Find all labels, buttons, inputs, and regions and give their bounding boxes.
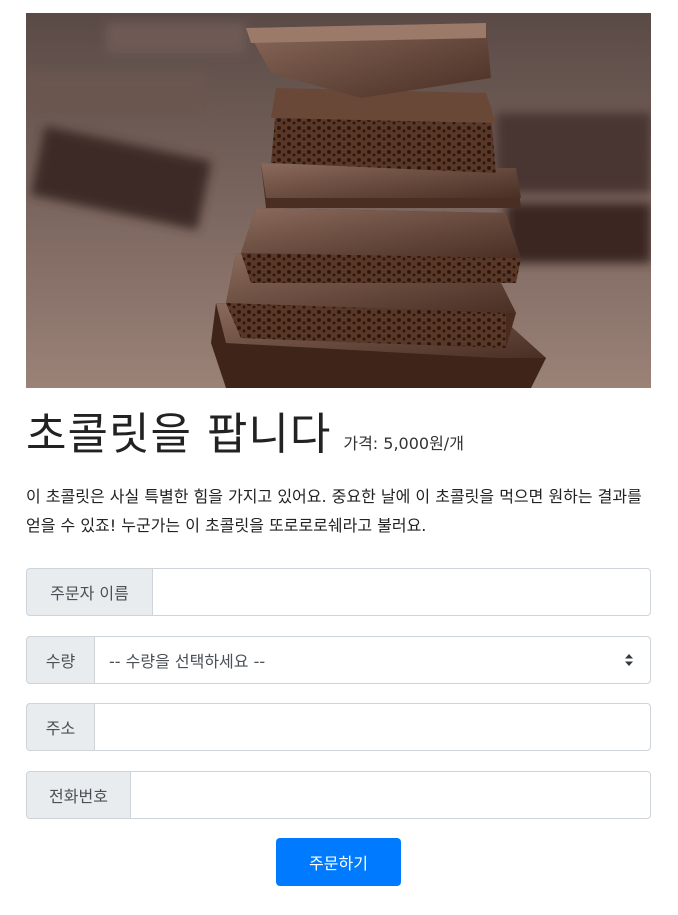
phone-field-wrapper [130, 771, 651, 819]
title-row: 초콜릿을 팝니다 가격: 5,000원/개 [26, 405, 464, 465]
quantity-input-group: 수량 -- 수량을 선택하세요 -- [26, 636, 651, 684]
name-input[interactable] [167, 569, 636, 615]
name-label: 주문자 이름 [26, 568, 152, 616]
address-input[interactable] [109, 704, 636, 750]
select-caret-icon [625, 654, 633, 666]
price-label: 가격: 5,000원/개 [343, 434, 464, 453]
chocolate-product-image [26, 13, 651, 388]
name-field-wrapper [152, 568, 651, 616]
page-title: 초콜릿을 팝니다 [26, 409, 332, 460]
quantity-label: 수량 [26, 636, 94, 684]
product-description: 이 초콜릿은 사실 특별한 힘을 가지고 있어요. 중요한 날에 이 초콜릿을 … [26, 487, 642, 535]
quantity-select[interactable]: -- 수량을 선택하세요 -- [94, 636, 651, 684]
name-input-group: 주문자 이름 [26, 568, 651, 616]
address-label: 주소 [26, 703, 94, 751]
order-submit-button[interactable]: 주문하기 [276, 838, 401, 886]
phone-label: 전화번호 [26, 771, 130, 819]
quantity-selected-value: -- 수량을 선택하세요 -- [109, 652, 266, 671]
page: 초콜릿을 팝니다 가격: 5,000원/개 이 초콜릿은 사실 특별한 힘을 가… [0, 0, 678, 915]
address-field-wrapper [94, 703, 651, 751]
phone-input[interactable] [145, 772, 636, 818]
phone-input-group: 전화번호 [26, 771, 651, 819]
address-input-group: 주소 [26, 703, 651, 751]
